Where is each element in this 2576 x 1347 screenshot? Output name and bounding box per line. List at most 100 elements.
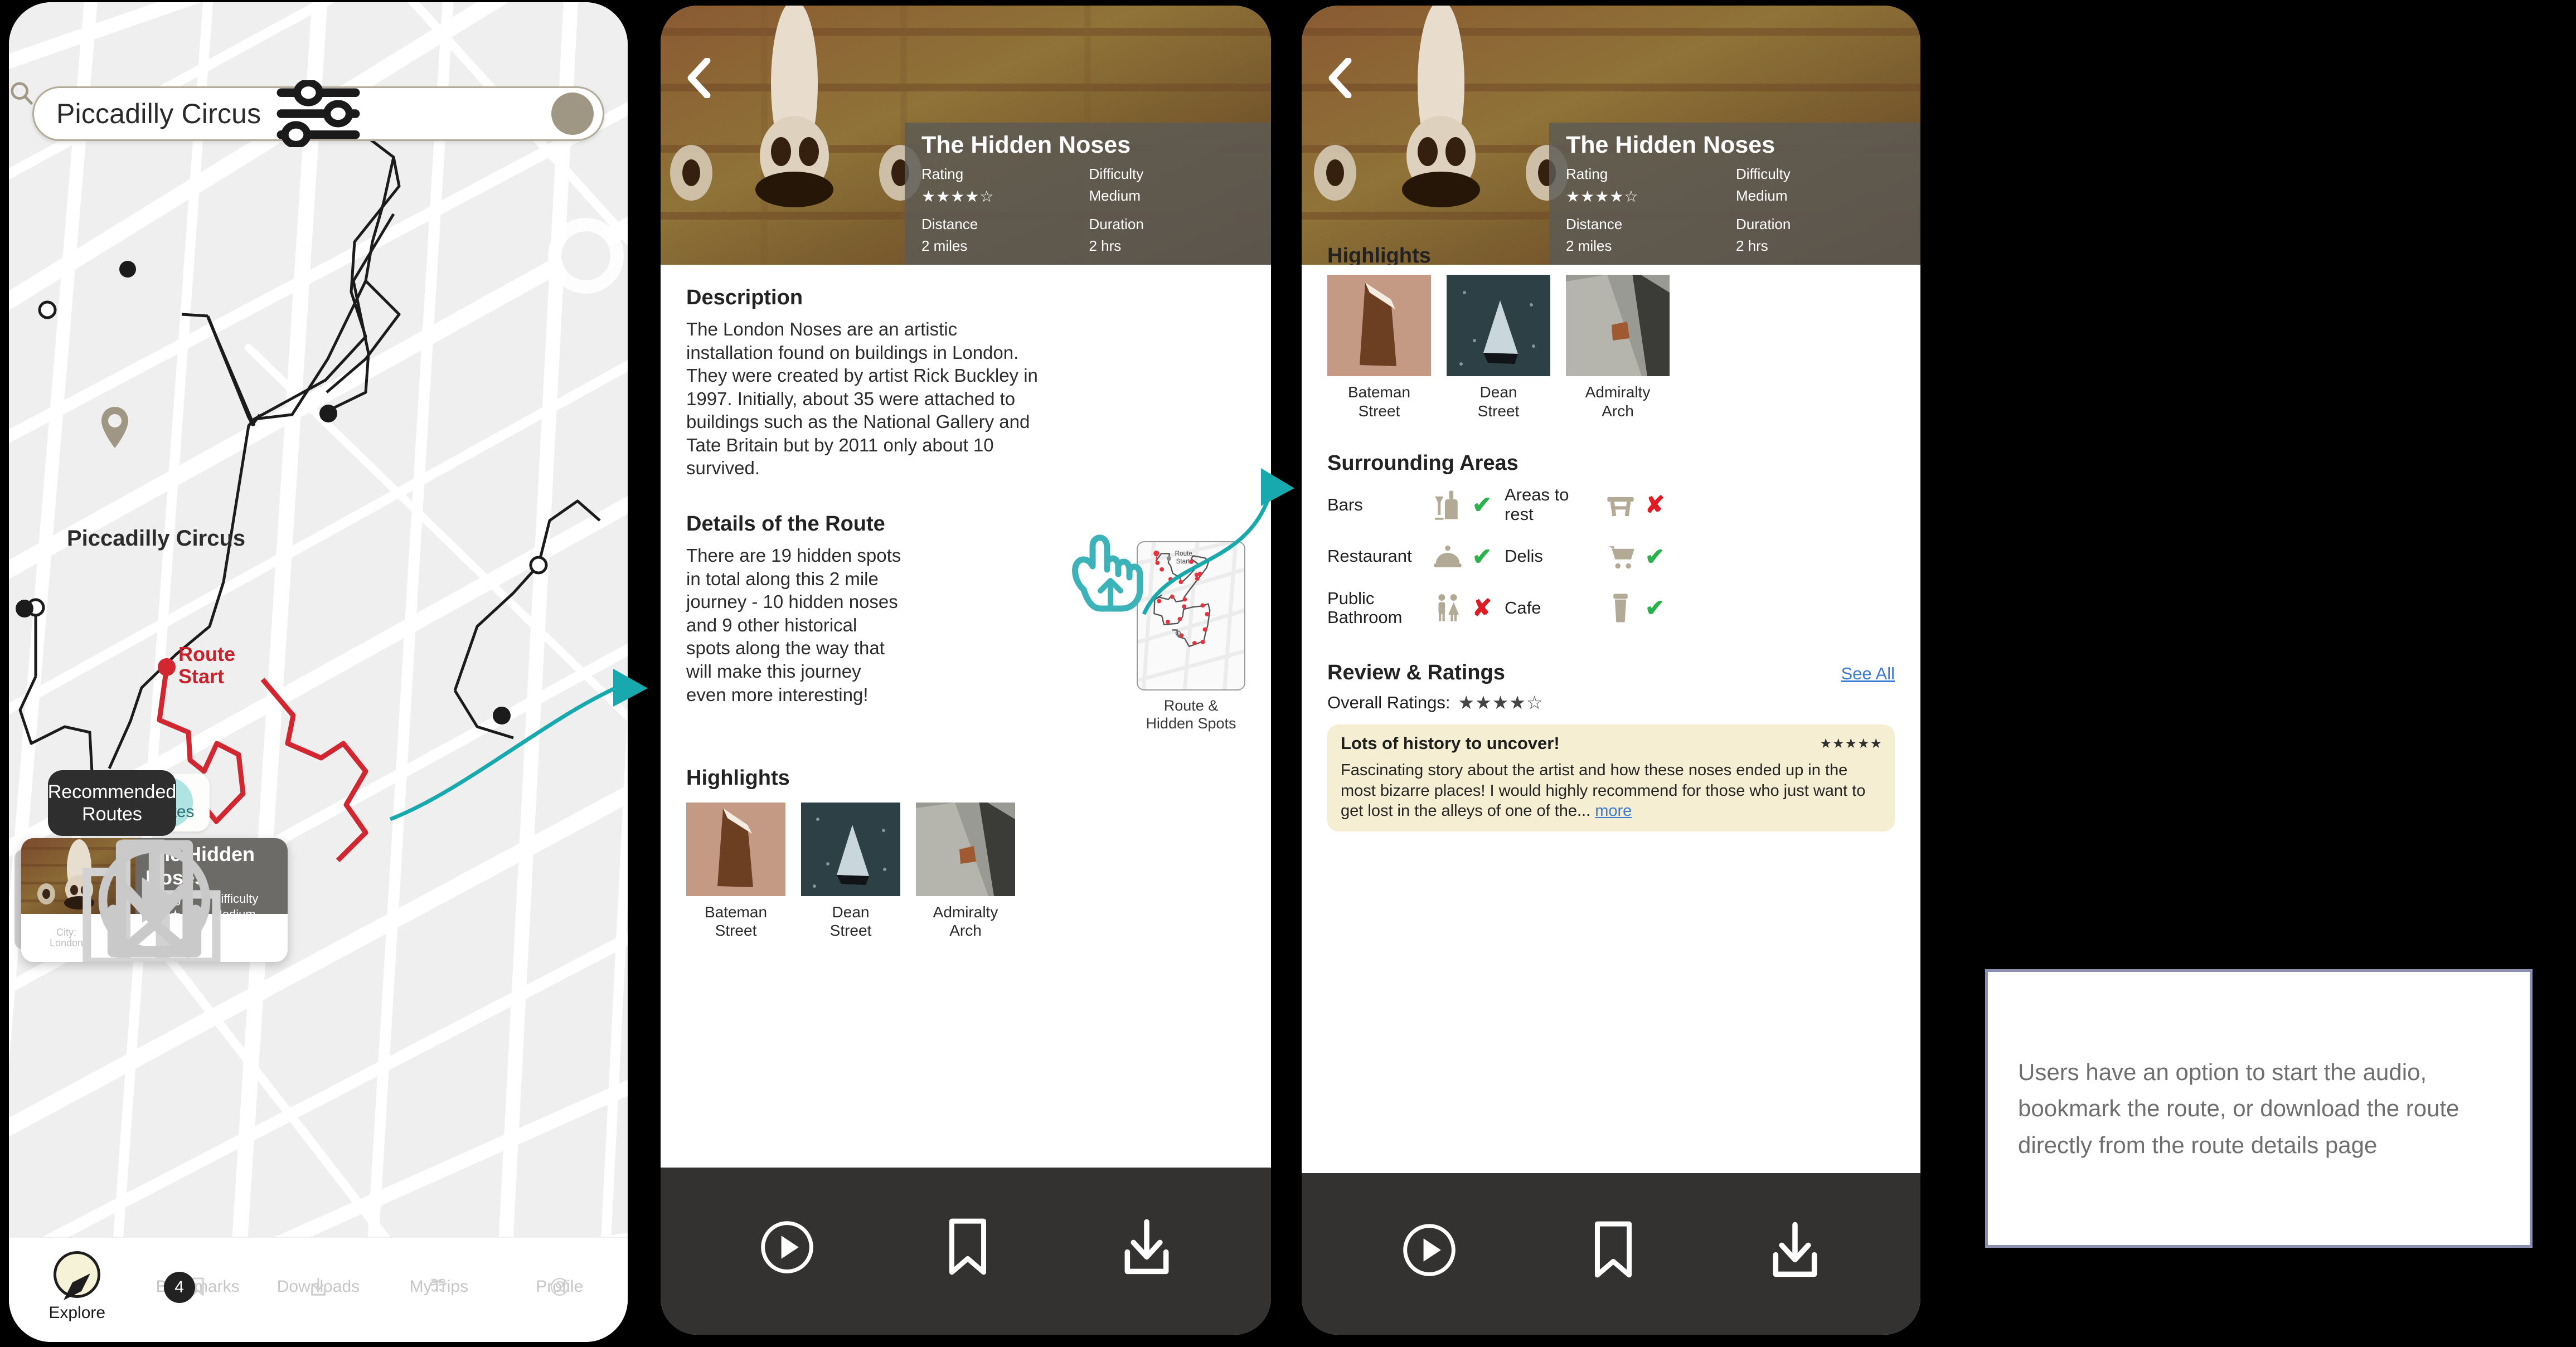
highlight-image — [801, 802, 900, 896]
highlight-item[interactable]: Dean Street — [801, 802, 900, 940]
slide-canvas: Piccadilly Circus Route Start Piccadilly… — [0, 0, 2576, 1347]
route-action-bar — [1302, 1173, 1920, 1335]
route-title: The Hidden Noses — [921, 132, 1131, 158]
caption-line2: Hidden Spots — [1146, 714, 1236, 732]
highlight-caption: Dean Street — [1477, 383, 1520, 420]
route-filter-toggle: All Routes Recommended Routes — [48, 770, 210, 843]
route-map-thumbnail[interactable]: Route Start Route & Hidden Spots — [1137, 541, 1245, 733]
highlight-caption: Admiralty Arch — [933, 903, 998, 940]
highlight-item[interactable]: Dean Street — [1447, 275, 1550, 420]
footsteps-icon — [430, 1278, 446, 1292]
compass-icon — [54, 1251, 101, 1300]
highlight-caption: Bateman Street — [1347, 383, 1411, 420]
route-hero: The Hidden Noses Rating Difficulty ★★★★☆… — [1302, 6, 1920, 265]
recommended-routes-toggle[interactable]: Recommended Routes — [48, 770, 176, 836]
surrounding-areas-grid: Bars ✔ Areas to rest ✘ Restaurant ✔ Deli… — [1327, 485, 1895, 628]
play-icon[interactable] — [758, 1218, 816, 1276]
reviews-heading: Review & Ratings — [1327, 661, 1505, 685]
bottom-tab-bar: Explore 4 Bookmarks Downloads MyTrips Pr… — [9, 1237, 628, 1342]
overall-ratings-label: Overall Ratings: — [1327, 692, 1450, 712]
sidebar-item-downloads[interactable]: Downloads — [276, 1277, 360, 1296]
rating-stars: ★★★★☆ — [1566, 188, 1639, 205]
review-card[interactable]: Lots of history to uncover! ★★★★★ Fascin… — [1327, 724, 1895, 831]
review-text: Fascinating story about the artist and h… — [1341, 760, 1883, 821]
route-hero: The Hidden Noses Rating Difficulty ★★★★☆… — [661, 6, 1271, 265]
rating-stars: ★★★★☆ — [921, 188, 994, 205]
highlights-heading: Highlights — [1327, 244, 1431, 265]
duration-value: 2 hrs — [1089, 237, 1122, 254]
surrounding-mark-cafe: ✔ — [1645, 595, 1665, 621]
highlight-caption: Bateman Street — [704, 903, 768, 940]
caption-line1: Route & — [1163, 697, 1219, 714]
route-details-body-scrolled: Bateman Street Dean Street Admiralty Arc… — [1302, 275, 1920, 831]
restroom-icon — [1438, 594, 1459, 621]
map-canvas[interactable]: Piccadilly Circus Route Start Piccadilly… — [9, 2, 628, 1342]
surrounding-mark-areas-to-rest: ✘ — [1645, 491, 1665, 518]
description-heading: Description — [686, 286, 803, 309]
route-result-card[interactable]: The Hidden Noses Rating Difficulty ★★★★☆… — [21, 838, 288, 962]
download-icon[interactable] — [1120, 1218, 1173, 1276]
bookmark-icon[interactable] — [1589, 1220, 1637, 1280]
rating-label: Rating — [1566, 166, 1608, 182]
annotation-text: Users have an option to start the audio,… — [2018, 1059, 2459, 1158]
phone-screen-route-details-bottom: The Hidden Noses Rating Difficulty ★★★★☆… — [1302, 6, 1920, 1335]
details-text: There are 19 hidden spots in total along… — [686, 545, 901, 705]
highlight-item[interactable]: Bateman Street — [1327, 275, 1431, 420]
download-icon — [311, 1277, 326, 1296]
highlights-heading: Highlights — [686, 766, 790, 790]
back-chevron-icon[interactable] — [1326, 58, 1354, 98]
surrounding-label-bars: Bars — [1327, 494, 1363, 514]
wine-bottle-glass-icon — [1435, 490, 1458, 520]
description-text: The London Noses are an artistic install… — [686, 319, 1038, 479]
highlight-caption: Admiralty Arch — [1585, 383, 1651, 420]
route-thumbnail-caption: Route & Hidden Spots — [1137, 697, 1245, 733]
highlight-image — [916, 802, 1015, 896]
distance-value: 2 miles — [921, 237, 968, 254]
annotation-callout: Users have an option to start the audio,… — [1985, 969, 2533, 1248]
duration-label: Duration — [1089, 216, 1144, 232]
rating-label: Rating — [921, 166, 964, 182]
svg-text:Start: Start — [1176, 558, 1191, 565]
sidebar-item-mytrips[interactable]: MyTrips — [397, 1277, 481, 1296]
play-icon[interactable] — [1400, 1221, 1458, 1279]
filter-sliders-icon[interactable] — [9, 80, 628, 147]
surrounding-label-public-bathroom: Public Bathroom — [1327, 588, 1403, 628]
map-pin-label: Piccadilly Circus — [67, 526, 246, 551]
avatar-icon — [550, 1277, 569, 1296]
route-start-line1: Route — [178, 643, 235, 665]
surrounding-mark-restaurant: ✔ — [1472, 543, 1492, 570]
highlight-item[interactable]: Admiralty Arch — [1566, 275, 1670, 420]
highlights-row: Bateman Street Dean Street Admiralty Arc… — [1327, 275, 1895, 420]
difficulty-value: Medium — [1736, 187, 1788, 204]
download-icon[interactable] — [1768, 1221, 1822, 1279]
route-start-label: Route — [1175, 550, 1193, 557]
sidebar-item-explore[interactable]: Explore — [35, 1251, 119, 1322]
surrounding-mark-delis: ✔ — [1645, 543, 1665, 570]
duration-value: 2 hrs — [1736, 237, 1768, 254]
route-card-actions: City: London — [21, 839, 288, 962]
review-more-link[interactable]: more — [1595, 802, 1632, 820]
back-chevron-icon[interactable] — [685, 58, 713, 98]
route-start-line2: Start — [178, 665, 225, 688]
highlight-item[interactable]: Admiralty Arch — [916, 802, 1015, 940]
review-title: Lots of history to uncover! — [1341, 733, 1560, 753]
route-action-bar — [661, 1168, 1271, 1335]
highlight-image — [1566, 275, 1670, 376]
download-icon[interactable] — [21, 838, 288, 962]
route-title: The Hidden Noses — [1566, 132, 1775, 158]
highlight-image — [686, 802, 785, 896]
sidebar-item-profile[interactable]: Profile — [518, 1277, 601, 1296]
surrounding-label-restaurant: Restaurant — [1327, 546, 1412, 566]
review-stars: ★★★★★ — [1820, 736, 1883, 751]
surrounding-areas-heading: Surrounding Areas — [1327, 451, 1519, 475]
search-row: Piccadilly Circus — [9, 80, 628, 147]
highlight-item[interactable]: Bateman Street — [686, 802, 785, 940]
bookmark-icon[interactable] — [944, 1218, 992, 1277]
route-hero-panel: The Hidden Noses Rating Difficulty ★★★★☆… — [1549, 123, 1920, 265]
sidebar-item-bookmarks[interactable]: 4 Bookmarks — [156, 1271, 240, 1303]
overall-ratings-row: Overall Ratings: ★★★★☆ — [1327, 692, 1895, 713]
see-all-link[interactable]: See All — [1841, 664, 1895, 684]
surrounding-label-delis: Delis — [1505, 546, 1543, 566]
highlight-image — [1327, 275, 1431, 376]
distance-label: Distance — [1566, 216, 1623, 232]
